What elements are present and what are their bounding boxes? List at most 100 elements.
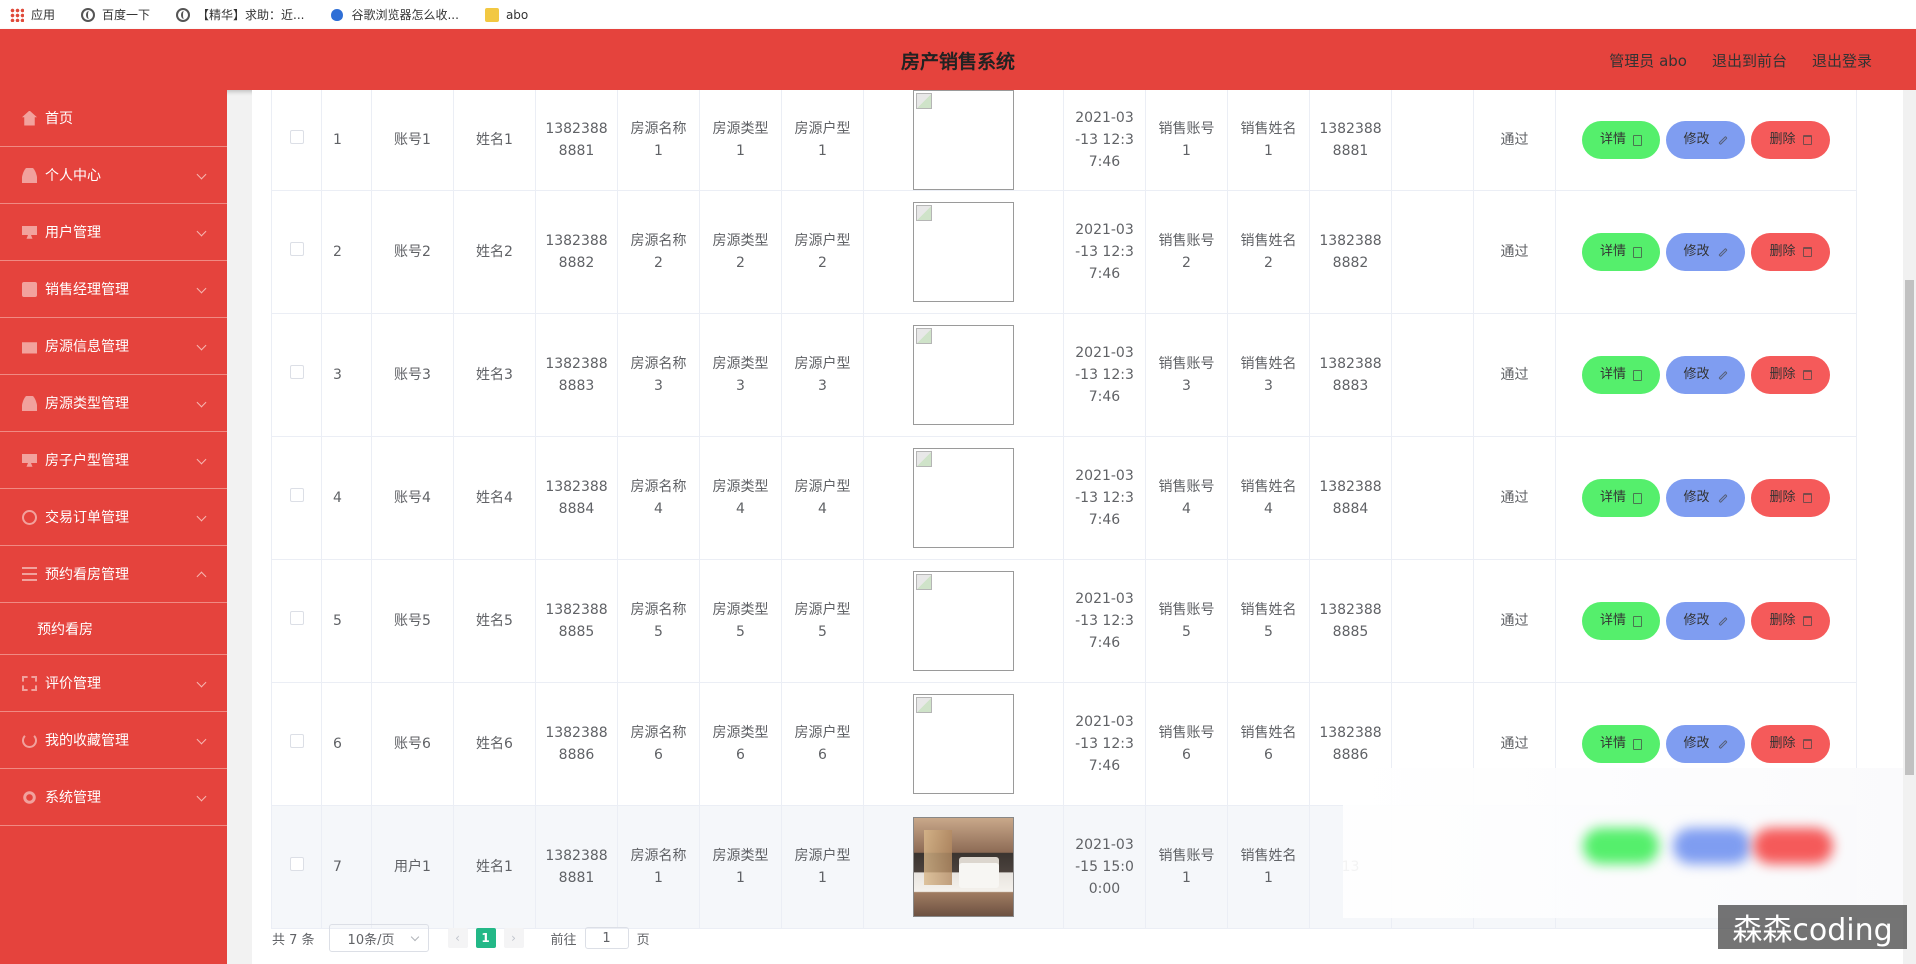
name-cell: 姓名2 bbox=[453, 190, 536, 314]
time-cell: 2021-03 -13 12:3 7:46 bbox=[1063, 190, 1146, 314]
status-cell: 通过 bbox=[1473, 190, 1556, 314]
broken-image-icon bbox=[916, 328, 932, 344]
sidebar-item-label: 首页 bbox=[45, 111, 73, 127]
pencil-icon bbox=[1717, 616, 1728, 626]
house-photo bbox=[913, 817, 1014, 917]
broken-image bbox=[913, 571, 1014, 671]
sidebar-item-sales-manager[interactable]: 销售经理管理 bbox=[0, 261, 227, 318]
status-cell: 通过 bbox=[1473, 90, 1556, 191]
bookmark-help[interactable]: 【精华】求助：近... bbox=[176, 6, 304, 23]
detail-button[interactable]: 详情 bbox=[1582, 356, 1660, 394]
page-number-active[interactable]: 1 bbox=[475, 928, 496, 948]
status-cell: 通过 bbox=[1473, 313, 1556, 437]
delete-button[interactable]: 删除 bbox=[1751, 602, 1830, 640]
chevron-down-icon bbox=[196, 283, 207, 294]
edit-button[interactable]: 修改 bbox=[1666, 121, 1745, 159]
edit-label: 修改 bbox=[1683, 736, 1710, 751]
sales-name-cell: 销售姓名 3 bbox=[1227, 313, 1310, 437]
sidebar-item-favorites[interactable]: 我的收藏管理 bbox=[0, 712, 227, 769]
delete-label: 删除 bbox=[1769, 613, 1796, 628]
sales-name-cell: 销售姓名 2 bbox=[1227, 190, 1310, 314]
row-checkbox[interactable] bbox=[289, 857, 304, 871]
index-cell: 5 bbox=[321, 559, 372, 683]
sidebar-item-viewing-appointments[interactable]: 预约看房管理 bbox=[0, 546, 227, 603]
detail-button[interactable]: 详情 bbox=[1582, 725, 1660, 763]
house-name-cell: 房源名称 6 bbox=[617, 682, 700, 806]
delete-button[interactable]: 删除 bbox=[1751, 725, 1830, 763]
sidebar-item-label: 用户管理 bbox=[45, 225, 101, 241]
sidebar-item-house-type[interactable]: 房源类型管理 bbox=[0, 375, 227, 432]
next-page-button[interactable]: › bbox=[503, 928, 524, 948]
edit-button[interactable]: 修改 bbox=[1666, 725, 1745, 763]
name-cell: 姓名6 bbox=[453, 682, 536, 806]
row-checkbox[interactable] bbox=[289, 611, 304, 625]
edit-button[interactable]: 修改 bbox=[1666, 233, 1745, 271]
total-count: 共 7 条 bbox=[272, 932, 315, 948]
row-checkbox[interactable] bbox=[289, 734, 304, 748]
image-cell bbox=[863, 682, 1064, 806]
empty-cell bbox=[1391, 436, 1474, 560]
edit-button[interactable]: 修改 bbox=[1666, 356, 1745, 394]
detail-button[interactable]: 详情 bbox=[1582, 602, 1660, 640]
vertical-scrollbar[interactable] bbox=[1903, 90, 1916, 964]
house-name-cell: 房源名称 2 bbox=[617, 190, 700, 314]
edit-button[interactable]: 修改 bbox=[1666, 479, 1745, 517]
pencil-icon bbox=[1717, 135, 1728, 145]
phone-cell: 1382388 8882 bbox=[535, 190, 618, 314]
time-cell: 2021-03 -13 12:3 7:46 bbox=[1063, 313, 1146, 437]
row-checkbox[interactable] bbox=[289, 488, 304, 502]
back-to-front-link[interactable]: 退出到前台 bbox=[1712, 50, 1787, 71]
bookmark-baidu[interactable]: 百度一下 bbox=[81, 6, 150, 23]
image-cell bbox=[863, 190, 1064, 314]
delete-label: 删除 bbox=[1769, 132, 1796, 147]
goto-page-input[interactable]: 1 bbox=[584, 927, 629, 949]
sidebar: 首页 个人中心 用户管理 销售经理管理 房源信息管理 房源类型管理 房子户型管理… bbox=[0, 90, 227, 964]
bookmark-abo[interactable]: abo bbox=[484, 7, 528, 22]
sidebar-subitem-viewing[interactable]: 预约看房 bbox=[0, 603, 227, 655]
prev-page-button[interactable]: ‹ bbox=[447, 928, 468, 948]
index-cell: 1 bbox=[321, 90, 372, 191]
sidebar-item-orders[interactable]: 交易订单管理 bbox=[0, 489, 227, 546]
detail-label: 详情 bbox=[1599, 132, 1626, 147]
house-name-cell: 房源名称 4 bbox=[617, 436, 700, 560]
sales-name-cell: 销售姓名 6 bbox=[1227, 682, 1310, 806]
detail-button[interactable]: 详情 bbox=[1582, 233, 1660, 271]
detail-button[interactable]: 详情 bbox=[1582, 121, 1660, 159]
pencil-icon bbox=[1717, 739, 1728, 749]
document-icon bbox=[1633, 615, 1642, 627]
delete-button[interactable]: 删除 bbox=[1751, 479, 1830, 517]
detail-button[interactable]: 详情 bbox=[1582, 479, 1660, 517]
broken-image-icon bbox=[916, 93, 932, 109]
actions-cell: 详情 修改 删除 bbox=[1555, 559, 1857, 683]
image-cell bbox=[863, 313, 1064, 437]
sidebar-item-reviews[interactable]: 评价管理 bbox=[0, 655, 227, 712]
delete-button[interactable]: 删除 bbox=[1751, 121, 1830, 159]
page-size-select[interactable]: 10条/页 bbox=[328, 924, 429, 952]
account-cell: 账号3 bbox=[371, 313, 454, 437]
scrollbar-thumb[interactable] bbox=[1905, 280, 1914, 775]
detail-label: 详情 bbox=[1599, 490, 1626, 505]
sidebar-item-personal-center[interactable]: 个人中心 bbox=[0, 147, 227, 204]
sidebar-item-label: 房子户型管理 bbox=[45, 453, 129, 469]
sidebar-item-layout[interactable]: 房子户型管理 bbox=[0, 432, 227, 489]
sales-account-cell: 销售账号 5 bbox=[1145, 559, 1228, 683]
sidebar-item-home[interactable]: 首页 bbox=[0, 90, 227, 147]
delete-button[interactable]: 删除 bbox=[1751, 356, 1830, 394]
sidebar-item-user-management[interactable]: 用户管理 bbox=[0, 204, 227, 261]
sidebar-item-house-info[interactable]: 房源信息管理 bbox=[0, 318, 227, 375]
select-cell bbox=[271, 313, 322, 437]
bookmark-apps[interactable]: 应用 bbox=[10, 6, 55, 23]
logout-link[interactable]: 退出登录 bbox=[1812, 50, 1872, 71]
sidebar-item-label: 房源类型管理 bbox=[45, 396, 129, 412]
row-checkbox[interactable] bbox=[289, 242, 304, 256]
edit-button[interactable]: 修改 bbox=[1666, 602, 1745, 640]
delete-button[interactable]: 删除 bbox=[1751, 233, 1830, 271]
row-checkbox[interactable] bbox=[289, 130, 304, 144]
trash-icon bbox=[1802, 135, 1812, 145]
bookmark-chrome[interactable]: 谷歌浏览器怎么收... bbox=[330, 6, 459, 23]
phone-cell: 1382388 8881 bbox=[535, 90, 618, 191]
sidebar-item-label: 我的收藏管理 bbox=[45, 733, 129, 749]
sidebar-item-system[interactable]: 系统管理 bbox=[0, 769, 227, 826]
index-cell: 4 bbox=[321, 436, 372, 560]
row-checkbox[interactable] bbox=[289, 365, 304, 379]
